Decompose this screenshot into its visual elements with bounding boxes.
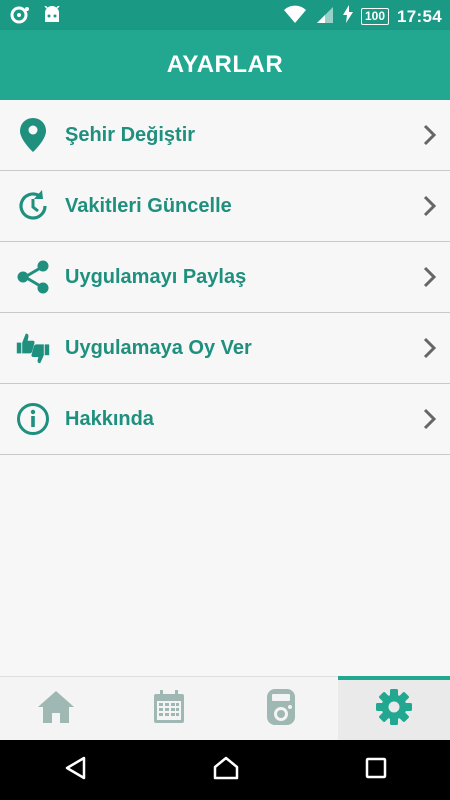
settings-list: Şehir Değiştir Vakitleri Güncelle Uygula…	[0, 100, 450, 455]
chevron-right-icon	[422, 124, 438, 146]
tab-home[interactable]	[0, 677, 113, 741]
location-pin-icon	[15, 117, 51, 153]
info-icon	[15, 401, 51, 437]
battery-icon: 100	[360, 8, 390, 25]
refresh-clock-icon	[15, 188, 51, 224]
notification-icon	[10, 6, 30, 29]
menu-item-label: Uygulamayı Paylaş	[65, 265, 247, 288]
share-icon	[15, 259, 51, 295]
chevron-right-icon	[422, 195, 438, 217]
thumbs-up-down-icon	[15, 330, 51, 366]
menu-item-label: Şehir Değiştir	[65, 123, 196, 146]
system-navigation-bar	[0, 740, 450, 800]
wifi-icon	[283, 4, 307, 29]
tab-settings[interactable]	[337, 676, 450, 741]
home-icon	[36, 689, 76, 730]
menu-item-label: Vakitleri Güncelle	[65, 194, 232, 217]
gear-icon	[375, 688, 413, 731]
menu-item-rate-app[interactable]: Uygulamaya Oy Ver	[0, 313, 450, 384]
menu-item-share-app[interactable]: Uygulamayı Paylaş	[0, 242, 450, 313]
chevron-right-icon	[422, 266, 438, 288]
signal-icon	[315, 4, 335, 29]
app-bar: AYARLAR	[0, 30, 450, 100]
menu-item-change-city[interactable]: Şehir Değiştir	[0, 100, 450, 171]
status-bar: 100 17:54	[0, 0, 450, 30]
android-icon	[42, 5, 62, 29]
chevron-right-icon	[422, 408, 438, 430]
recent-apps-icon[interactable]	[364, 756, 388, 785]
charging-icon	[342, 5, 353, 28]
menu-item-label: Hakkında	[65, 407, 154, 430]
menu-item-about[interactable]: Hakkında	[0, 384, 450, 455]
back-icon[interactable]	[62, 755, 88, 786]
tab-calendar[interactable]	[113, 677, 226, 741]
bottom-navigation	[0, 676, 450, 741]
home-button-icon[interactable]	[212, 755, 240, 786]
menu-item-label: Uygulamaya Oy Ver	[65, 336, 252, 359]
clock: 17:54	[397, 6, 442, 26]
calendar-icon	[152, 689, 186, 730]
menu-item-update-times[interactable]: Vakitleri Güncelle	[0, 171, 450, 242]
chevron-right-icon	[422, 337, 438, 359]
tally-counter-icon	[265, 687, 297, 732]
page-title: AYARLAR	[166, 51, 284, 78]
tab-counter[interactable]	[225, 677, 338, 741]
